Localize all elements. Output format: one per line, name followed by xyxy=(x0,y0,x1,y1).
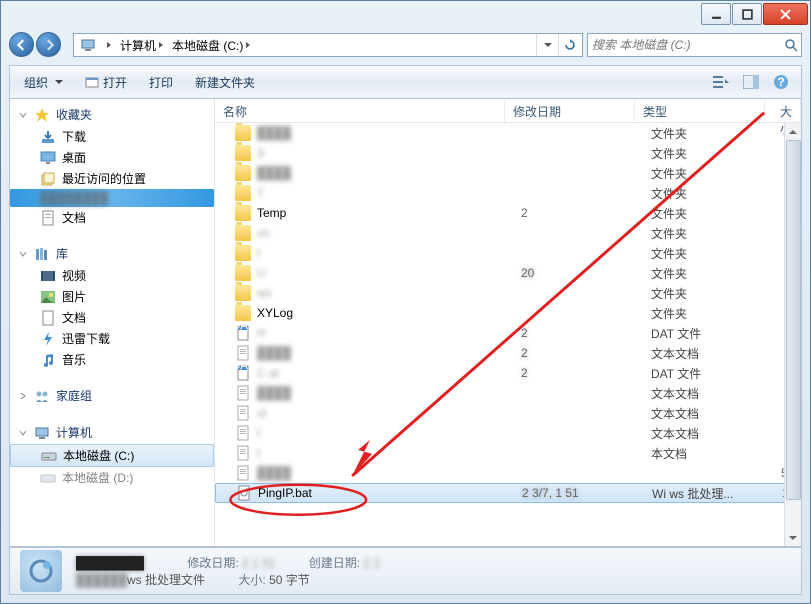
main-area: 收藏夹 下载 桌面 最近访问的位置 ████████ 文档 库 视频 图片 文档… xyxy=(9,99,802,547)
file-row[interactable]: T文件夹 xyxy=(215,183,801,203)
details-filename: ████████ xyxy=(76,556,144,570)
file-row[interactable]: I文本文档 xyxy=(215,423,801,443)
open-icon xyxy=(85,75,99,89)
computer-icon xyxy=(80,37,96,53)
svg-text:DAT: DAT xyxy=(235,365,251,373)
sidebar-item-videos[interactable]: 视频 xyxy=(10,265,214,286)
details-meta: ████████ 修改日期: 2 1 51 创建日期: 2 2 ██████ws… xyxy=(76,554,410,588)
sidebar-item-documents[interactable]: 文档 xyxy=(10,207,214,228)
vertical-scrollbar[interactable] xyxy=(784,123,801,546)
sidebar-favorites-header[interactable]: 收藏夹 xyxy=(10,103,214,126)
organize-button[interactable]: 组织 xyxy=(16,70,71,95)
sidebar-computer-header[interactable]: 计算机 xyxy=(10,421,214,444)
sidebar-item-hidden[interactable]: ████████ xyxy=(10,189,214,207)
file-row[interactable]: ████文件夹 xyxy=(215,123,801,143)
star-icon xyxy=(34,107,50,123)
view-options-button[interactable] xyxy=(707,70,735,94)
file-row[interactable]: ████54 xyxy=(215,463,801,483)
computer-icon xyxy=(34,425,50,441)
desktop-icon xyxy=(40,150,56,166)
sidebar-item-pictures[interactable]: 图片 xyxy=(10,286,214,307)
recent-icon xyxy=(40,171,56,187)
scroll-down-button[interactable] xyxy=(785,529,801,546)
document-icon xyxy=(40,310,56,326)
picture-icon xyxy=(40,289,56,305)
file-list-pane: 名称 修改日期 类型 大小 ████文件夹S文件夹████文件夹T文件夹Temp… xyxy=(215,99,801,546)
file-row[interactable]: DATC at2DAT 文件 xyxy=(215,363,801,383)
refresh-button[interactable] xyxy=(558,34,580,56)
crumb-computer[interactable]: 计算机 xyxy=(116,34,168,56)
file-row[interactable]: S文件夹 xyxy=(215,143,801,163)
download-icon xyxy=(40,129,56,145)
print-button[interactable]: 打印 xyxy=(141,70,181,95)
minimize-button[interactable] xyxy=(701,3,731,25)
thunder-icon xyxy=(40,331,56,347)
file-row[interactable]: ████文件夹 xyxy=(215,163,801,183)
drive-icon xyxy=(41,448,57,464)
file-row[interactable]: U20文件夹 xyxy=(215,263,801,283)
nav-row: 计算机 本地磁盘 (C:) xyxy=(9,29,802,61)
col-type[interactable]: 类型 xyxy=(635,99,765,122)
scroll-up-button[interactable] xyxy=(785,123,801,140)
address-dropdown[interactable] xyxy=(536,34,558,56)
file-row[interactable]: XYLog文件夹 xyxy=(215,303,801,323)
file-row[interactable]: ████2文本文档 xyxy=(215,343,801,363)
file-row[interactable]: DATH2DAT 文件 xyxy=(215,323,801,343)
file-row[interactable]: Temp2文件夹 xyxy=(215,203,801,223)
titlebar xyxy=(1,1,810,29)
search-icon[interactable] xyxy=(781,38,801,52)
sidebar-item-thunder[interactable]: 迅雷下载 xyxy=(10,328,214,349)
file-row[interactable]: vo文件夹 xyxy=(215,223,801,243)
file-list[interactable]: ████文件夹S文件夹████文件夹T文件夹Temp2文件夹vo文件夹t文件夹U… xyxy=(215,123,801,546)
explorer-window: 计算机 本地磁盘 (C:) 组织 打开 打印 新建文件夹 ? 收藏夹 下载 xyxy=(0,0,811,604)
back-button[interactable] xyxy=(9,32,34,57)
help-button[interactable]: ? xyxy=(767,70,795,94)
document-icon xyxy=(40,210,56,226)
file-thumbnail xyxy=(20,550,62,592)
nav-buttons xyxy=(9,31,69,59)
col-date[interactable]: 修改日期 xyxy=(505,99,635,122)
sidebar-item-drive-c[interactable]: 本地磁盘 (C:) xyxy=(10,444,214,467)
sidebar-item-recent[interactable]: 最近访问的位置 xyxy=(10,168,214,189)
sidebar-item-docs[interactable]: 文档 xyxy=(10,307,214,328)
search-input[interactable] xyxy=(588,38,781,52)
sidebar-item-drive-d[interactable]: 本地磁盘 (D:) xyxy=(10,467,214,488)
preview-pane-button[interactable] xyxy=(737,70,765,94)
sidebar-item-downloads[interactable]: 下载 xyxy=(10,126,214,147)
open-button[interactable]: 打开 xyxy=(77,70,135,95)
file-row[interactable]: xt文本文档 xyxy=(215,403,801,423)
maximize-button[interactable] xyxy=(732,3,762,25)
close-button[interactable] xyxy=(763,3,808,25)
sidebar-item-music[interactable]: 音乐 xyxy=(10,349,214,370)
homegroup-icon xyxy=(34,388,50,404)
file-row[interactable]: t文件夹 xyxy=(215,243,801,263)
video-icon xyxy=(40,268,56,284)
new-folder-button[interactable]: 新建文件夹 xyxy=(187,70,263,95)
forward-button[interactable] xyxy=(36,32,61,57)
toolbar: 组织 打开 打印 新建文件夹 ? xyxy=(9,65,802,99)
library-icon xyxy=(34,246,50,262)
col-size[interactable]: 大小 xyxy=(765,99,801,122)
details-pane: ████████ 修改日期: 2 1 51 创建日期: 2 2 ██████ws… xyxy=(9,547,802,595)
sidebar-library-header[interactable]: 库 xyxy=(10,242,214,265)
file-row-selected[interactable]: PingIP.bat2 3/7, 1 51Wi ws 批处理...1 K xyxy=(215,483,801,503)
address-bar[interactable]: 计算机 本地磁盘 (C:) xyxy=(73,33,583,57)
file-row[interactable]: t本文档 xyxy=(215,443,801,463)
svg-text:?: ? xyxy=(777,75,784,89)
search-box[interactable] xyxy=(587,33,802,57)
scroll-thumb[interactable] xyxy=(786,140,801,500)
file-row[interactable]: ████文本文档 xyxy=(215,383,801,403)
svg-text:DAT: DAT xyxy=(235,325,251,333)
crumb-drive[interactable]: 本地磁盘 (C:) xyxy=(168,34,255,56)
music-icon xyxy=(40,352,56,368)
sidebar-homegroup-header[interactable]: 家庭组 xyxy=(10,384,214,407)
sidebar-item-desktop[interactable]: 桌面 xyxy=(10,147,214,168)
sidebar: 收藏夹 下载 桌面 最近访问的位置 ████████ 文档 库 视频 图片 文档… xyxy=(10,99,215,546)
col-name[interactable]: 名称 xyxy=(215,99,505,122)
crumb-sep[interactable] xyxy=(100,34,116,56)
column-headers: 名称 修改日期 类型 大小 xyxy=(215,99,801,123)
file-row[interactable]: ws文件夹 xyxy=(215,283,801,303)
drive-icon xyxy=(40,470,56,486)
